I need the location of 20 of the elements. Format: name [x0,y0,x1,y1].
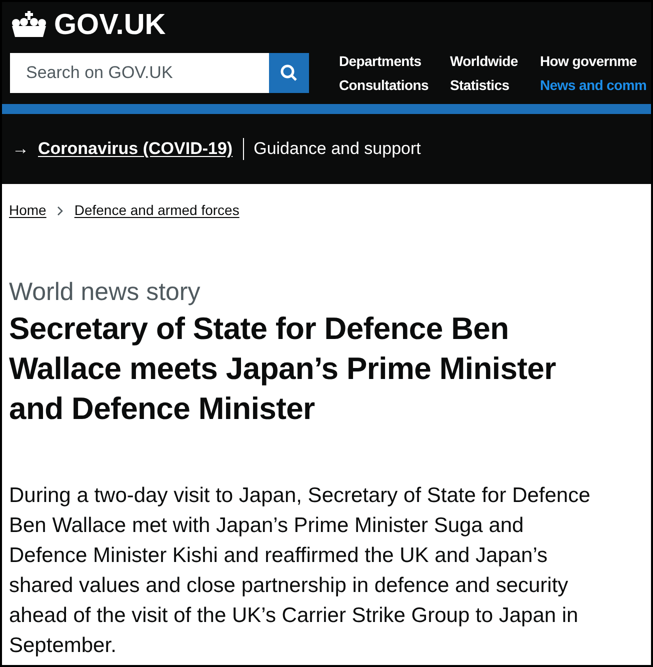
crown-icon [10,10,48,40]
arrow-icon: → [12,136,29,162]
nav-link[interactable]: Departments [339,51,422,71]
search-button[interactable] [269,53,309,93]
breadcrumb-link[interactable]: Home [9,200,46,221]
site-logo[interactable]: GOV.UK [54,10,166,40]
nav-link[interactable]: Consultations [339,75,428,93]
nav-link[interactable]: Worldwide [450,51,518,71]
coronavirus-link[interactable]: Coronavirus (COVID-19) [38,136,233,162]
nav-link[interactable]: News and comm [540,75,647,93]
page-title: Secretary of State for Defence Ben Wallace meets Japan’s Prime Minister and Defence Minister [9,310,557,428]
nav-link[interactable]: How governme [540,51,637,71]
banner-text: Guidance and support [254,138,421,160]
search-field[interactable]: Search on GOV.UK [10,53,269,93]
nav-link[interactable]: Statistics [450,75,510,93]
chevron-icon [56,204,64,216]
breadcrumb-link[interactable]: Defence and armed forces [74,200,240,221]
lead-paragraph: During a two-day visit to Japan, Secretary of State for Defence Ben Wallace met with Japan’s Prime Minister Suga and Defence Minister Kishi and reaffirmed the UK and Japan’s shared values and close partnership in defence and security ahead of the visit of the UK’s Carrier Strike Group to Japan in September. [9,483,592,659]
search-icon [280,64,298,82]
document-type: World news story [9,277,202,307]
